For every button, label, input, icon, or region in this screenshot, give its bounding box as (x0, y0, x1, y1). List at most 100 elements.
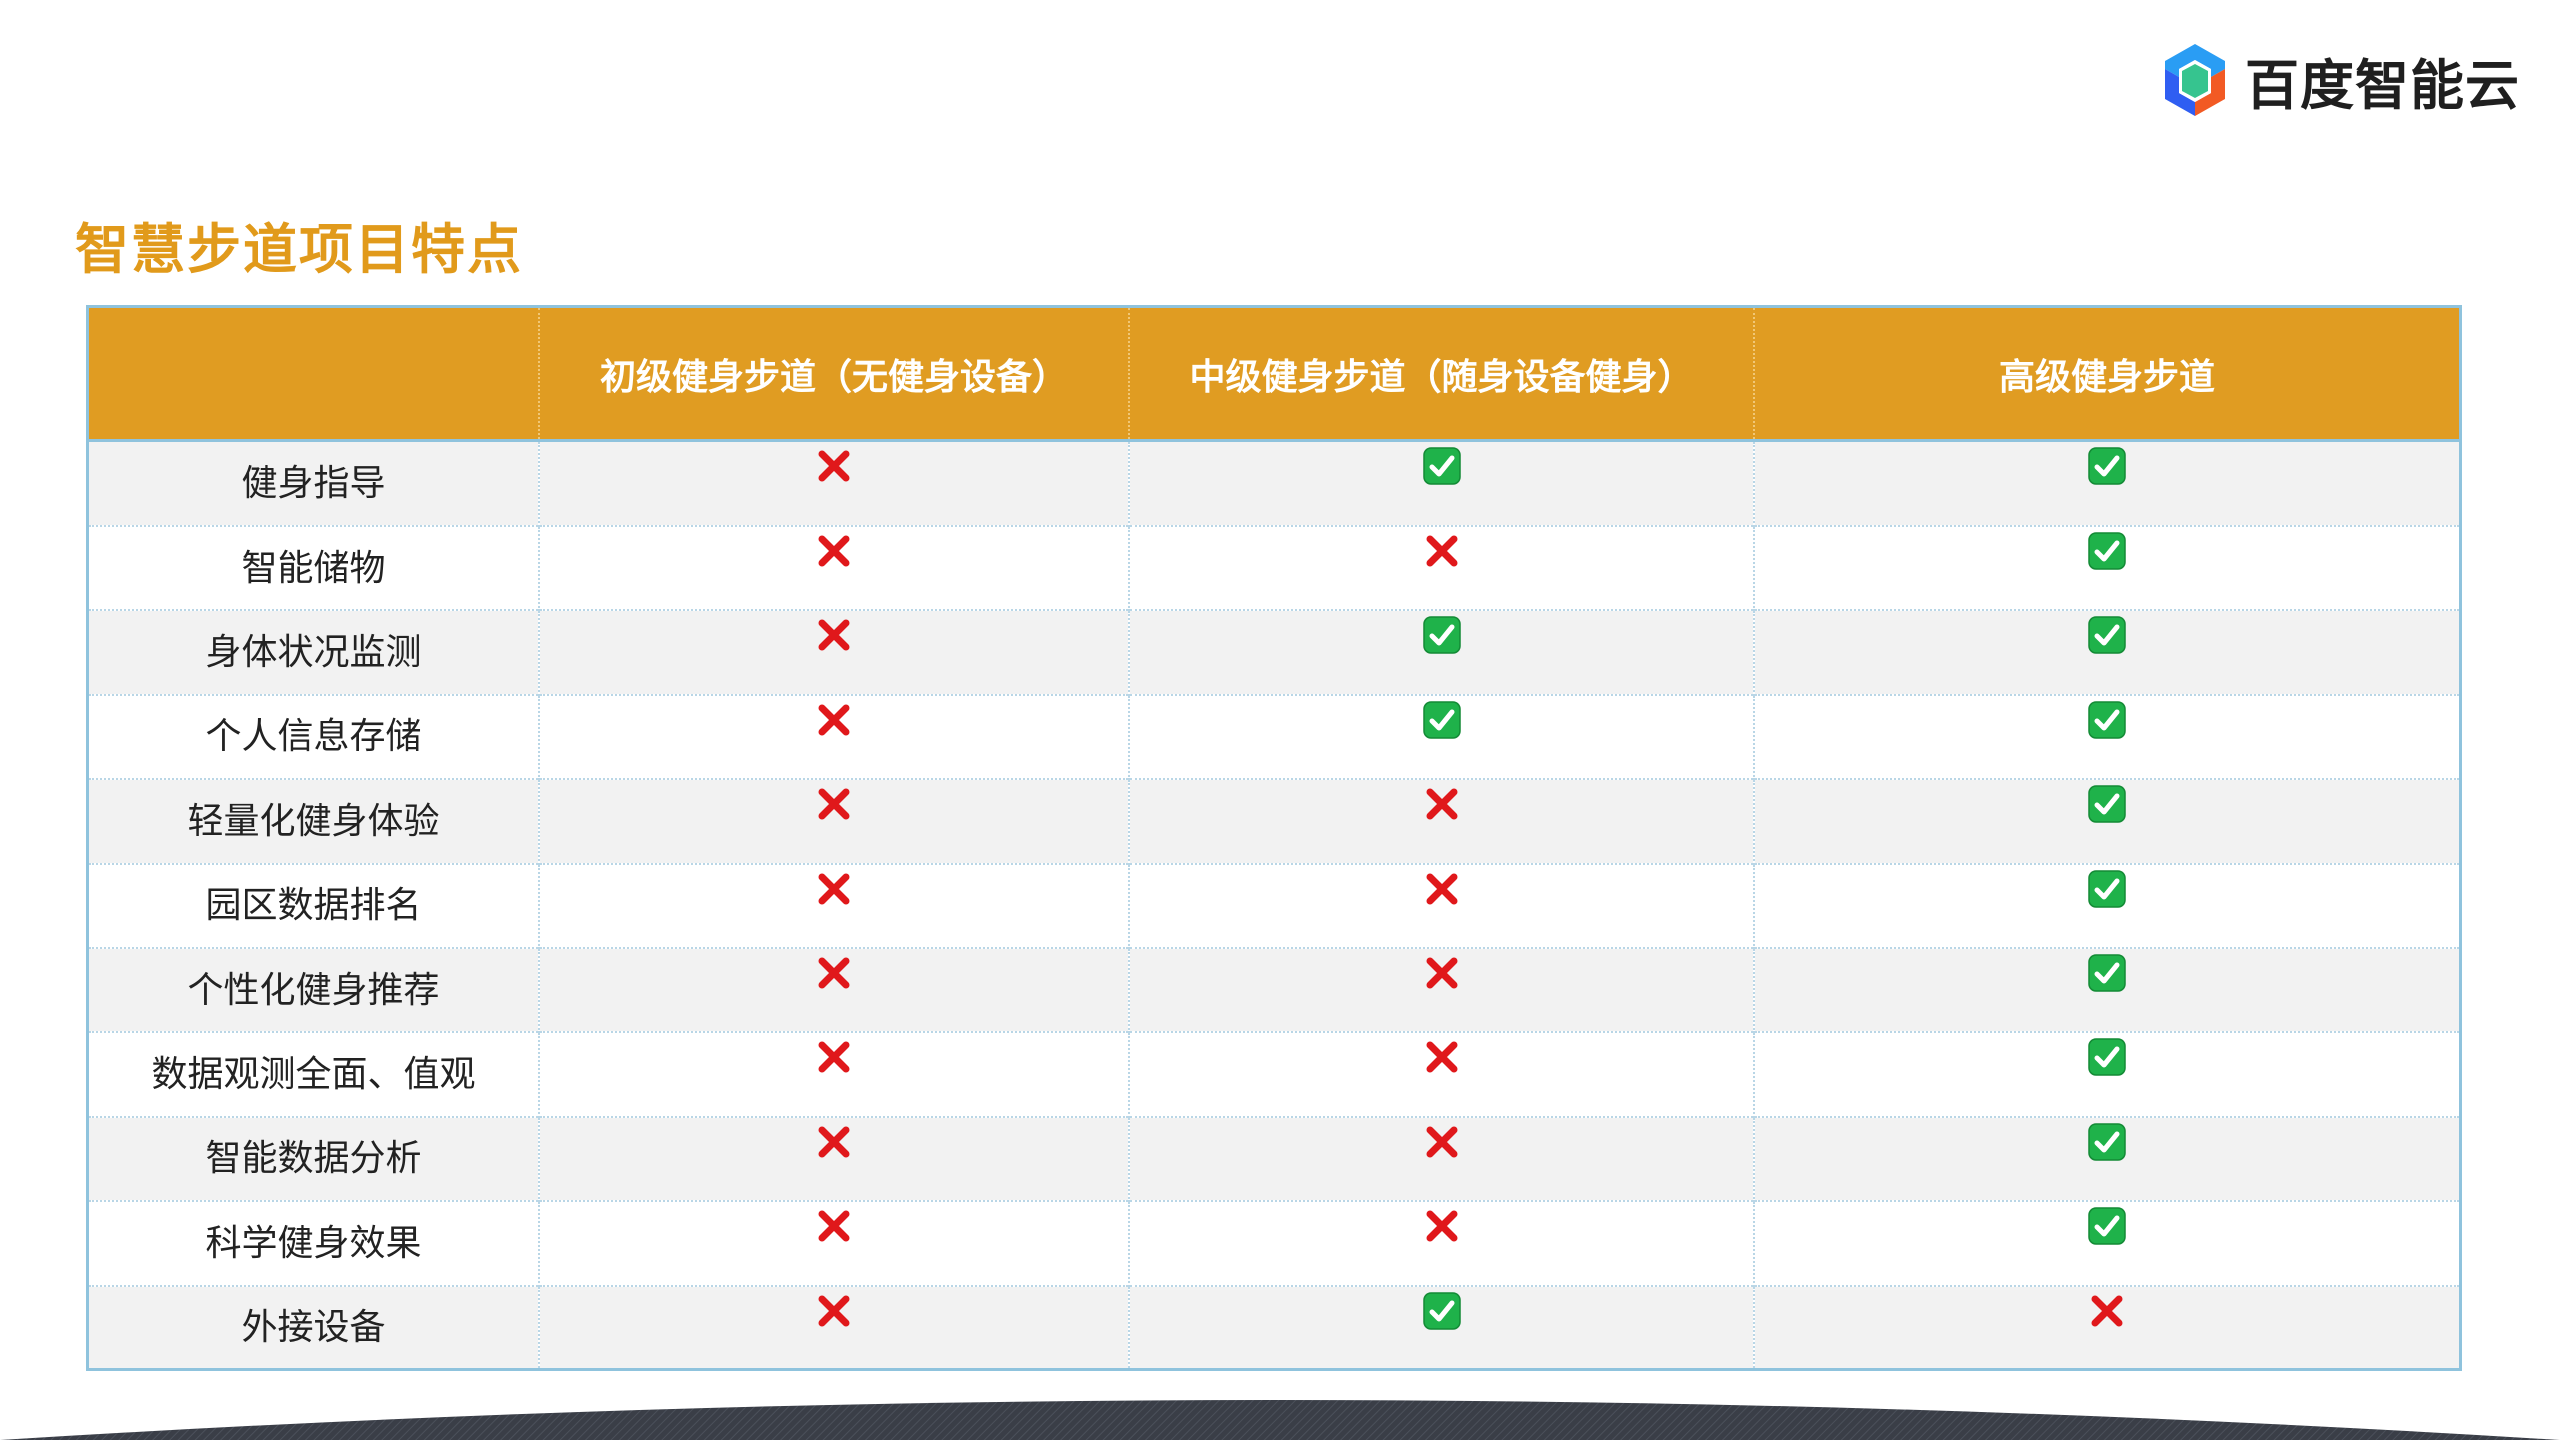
feature-label: 个人信息存储 (205, 716, 422, 758)
check-mark-button-icon (1422, 1291, 1462, 1331)
value-cell (538, 439, 1129, 526)
value-cell (1128, 439, 1754, 526)
value-cell (1128, 524, 1754, 611)
value-cell (1753, 1200, 2459, 1286)
feature-cell: 智能储物 (89, 524, 539, 611)
cross-mark-icon (814, 615, 854, 655)
header-cell-feature (89, 308, 539, 441)
table-row: 轻量化健身体验 (89, 778, 2459, 864)
feature-label: 轻量化健身体验 (187, 800, 440, 842)
value-cell (538, 1115, 1129, 1202)
cross-mark-icon (2087, 1291, 2127, 1331)
value-cell (1128, 1115, 1754, 1202)
cross-mark-icon (814, 1206, 854, 1246)
value-cell (538, 946, 1129, 1033)
feature-cell: 健身指导 (89, 439, 539, 526)
feature-cell: 科学健身效果 (89, 1200, 539, 1286)
table-row: 外接设备 (89, 1284, 2459, 1368)
table-row: 个性化健身推荐 (89, 946, 2459, 1033)
value-cell (538, 693, 1129, 780)
feature-cell: 身体状况监测 (89, 609, 539, 695)
header-cell-advanced: 高级健身步道 (1753, 308, 2459, 441)
cross-mark-icon (814, 1037, 854, 1077)
value-cell (538, 778, 1129, 864)
value-cell (538, 862, 1129, 948)
value-cell (1753, 1031, 2459, 1117)
feature-label: 科学健身效果 (205, 1222, 422, 1264)
baidu-cloud-hexagon-icon (2165, 44, 2225, 116)
cross-mark-icon (1422, 869, 1462, 909)
cross-mark-icon (814, 1122, 854, 1162)
table-row: 园区数据排名 (89, 862, 2459, 948)
value-cell (1753, 524, 2459, 611)
cross-mark-icon (1422, 1122, 1462, 1162)
value-cell (1128, 778, 1754, 864)
feature-cell: 数据观测全面、值观 (89, 1031, 539, 1117)
value-cell (1128, 1200, 1754, 1286)
table-row: 科学健身效果 (89, 1200, 2459, 1286)
feature-label: 健身指导 (241, 462, 386, 504)
value-cell (1753, 862, 2459, 948)
value-cell (1753, 439, 2459, 526)
table-row: 个人信息存储 (89, 693, 2459, 780)
feature-label: 个性化健身推荐 (187, 969, 440, 1011)
cross-mark-icon (1422, 1037, 1462, 1077)
cross-mark-icon (1422, 953, 1462, 993)
feature-label: 智能数据分析 (205, 1138, 422, 1180)
table-row: 智能数据分析 (89, 1115, 2459, 1202)
value-cell (1128, 609, 1754, 695)
feature-cell: 智能数据分析 (89, 1115, 539, 1202)
check-mark-button-icon (1422, 700, 1462, 740)
table-body: 健身指导智能储物身体状况监测个人信息存储 轻量化健身体验园区数据排名个性化健身推荐… (89, 439, 2459, 1368)
cross-mark-icon (814, 1291, 854, 1331)
check-mark-button-icon (1422, 446, 1462, 486)
cross-mark-icon (1422, 531, 1462, 571)
check-mark-button-icon (2087, 1206, 2127, 1246)
check-mark-button-icon (2087, 953, 2127, 993)
value-cell (538, 524, 1129, 611)
check-mark-button-icon (2087, 1037, 2127, 1077)
check-mark-button-icon (1422, 615, 1462, 655)
table-header-row: 初级健身步道（无健身设备） 中级健身步道（随身设备健身） 高级健身步道 (89, 308, 2459, 441)
value-cell (538, 609, 1129, 695)
value-cell (1128, 693, 1754, 780)
cross-mark-icon (1422, 784, 1462, 824)
value-cell (538, 1200, 1129, 1286)
cross-mark-icon (814, 869, 854, 909)
check-mark-button-icon (2087, 446, 2127, 486)
cross-mark-icon (814, 700, 854, 740)
value-cell (538, 1031, 1129, 1117)
cross-mark-icon (814, 446, 854, 486)
cross-mark-icon (814, 784, 854, 824)
table-row: 智能储物 (89, 524, 2459, 611)
value-cell (1753, 693, 2459, 780)
cross-mark-icon (1422, 1206, 1462, 1246)
cross-mark-icon (814, 531, 854, 571)
feature-cell: 个性化健身推荐 (89, 946, 539, 1033)
value-cell (538, 1284, 1129, 1368)
value-cell (1753, 609, 2459, 695)
feature-label: 数据观测全面、值观 (151, 1054, 476, 1096)
brand-logo: 百度智能云 (2159, 40, 2520, 120)
feature-label: 智能储物 (241, 547, 386, 589)
value-cell (1128, 862, 1754, 948)
value-cell (1753, 1115, 2459, 1202)
check-mark-button-icon (2087, 700, 2127, 740)
check-mark-button-icon (2087, 531, 2127, 571)
value-cell (1753, 946, 2459, 1033)
table-row: 身体状况监测 (89, 609, 2459, 695)
value-cell (1128, 1284, 1754, 1368)
header-cell-basic: 初级健身步道（无健身设备） (538, 308, 1129, 441)
check-mark-button-icon (2087, 784, 2127, 824)
table-row: 健身指导 (89, 439, 2459, 526)
check-mark-button-icon (2087, 615, 2127, 655)
feature-cell: 轻量化健身体验 (89, 778, 539, 864)
feature-cell: 外接设备 (89, 1284, 539, 1368)
value-cell (1753, 1284, 2459, 1368)
page-title: 智慧步道项目特点 (75, 218, 523, 281)
header-cell-intermediate: 中级健身步道（随身设备健身） (1128, 308, 1754, 441)
brand-name: 百度智能云 (2245, 53, 2520, 117)
cross-mark-icon (814, 953, 854, 993)
feature-cell: 个人信息存储 (89, 693, 539, 780)
feature-cell: 园区数据排名 (89, 862, 539, 948)
